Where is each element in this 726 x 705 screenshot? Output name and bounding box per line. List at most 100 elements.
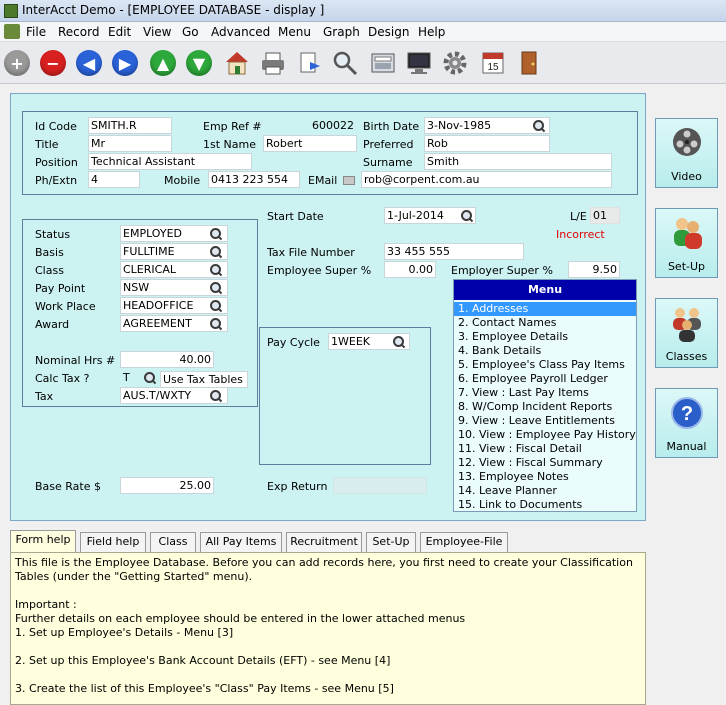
base-rate-field[interactable]: 25.00 (120, 477, 214, 494)
work-place-label: Work Place (35, 300, 96, 313)
menu-design[interactable]: Design (368, 25, 409, 39)
menu-item[interactable]: 7. View : Last Pay Items (454, 386, 636, 400)
menu-item[interactable]: 5. Employee's Class Pay Items (454, 358, 636, 372)
menu-item[interactable]: 6. Employee Payroll Ledger (454, 372, 636, 386)
employer-super-field[interactable]: 9.50 (568, 261, 620, 278)
preferred-label: Preferred (363, 138, 414, 151)
menu-item[interactable]: 3. Employee Details (454, 330, 636, 344)
down-icon[interactable]: ▼ (182, 46, 216, 80)
menu-item[interactable]: 12. View : Fiscal Summary (454, 456, 636, 470)
preferred-field[interactable]: Rob (424, 135, 550, 152)
tax-lookup-icon[interactable] (209, 389, 223, 403)
tab-class[interactable]: Class (150, 532, 196, 552)
basis-label: Basis (35, 246, 64, 259)
exit-door-icon[interactable] (512, 46, 546, 80)
menu-item[interactable]: 4. Bank Details (454, 344, 636, 358)
window-title: InterAcct Demo - [EMPLOYEE DATABASE - di… (22, 3, 325, 17)
position-field[interactable]: Technical Assistant (88, 153, 252, 170)
work-place-lookup-icon[interactable] (209, 299, 223, 313)
pay-point-lookup-icon[interactable] (209, 281, 223, 295)
email-field[interactable]: rob@corpent.com.au (361, 171, 612, 188)
help-line: 2. Set up this Employee's Bank Account D… (15, 654, 391, 667)
employer-super-label: Employer Super % (451, 264, 553, 277)
system-menu-icon[interactable] (4, 24, 20, 39)
menu-item[interactable]: 10. View : Employee Pay History (454, 428, 636, 442)
exp-return-field[interactable] (333, 477, 427, 494)
birth-date-lookup-icon[interactable] (532, 119, 546, 133)
menu-item[interactable]: 8. W/Comp Incident Reports (454, 400, 636, 414)
email-envelope-icon[interactable] (343, 176, 355, 185)
mobile-field[interactable]: 0413 223 554 (208, 171, 300, 188)
home-icon[interactable] (220, 46, 254, 80)
employee-super-field[interactable]: 0.00 (384, 261, 436, 278)
menu-advanced[interactable]: Advanced (211, 25, 270, 39)
id-code-field[interactable]: SMITH.R (88, 117, 172, 134)
menu-item[interactable]: 9. View : Leave Entitlements (454, 414, 636, 428)
next-icon[interactable]: ▶ (108, 46, 142, 80)
calendar-day: 15 (487, 62, 499, 73)
search-icon[interactable] (328, 46, 362, 80)
previous-icon[interactable]: ◀ (72, 46, 106, 80)
le-field[interactable]: 01 (590, 207, 620, 224)
first-name-field[interactable]: Robert (263, 135, 357, 152)
menu-menu[interactable]: Menu (278, 25, 311, 39)
menu-record[interactable]: Record (58, 25, 99, 39)
surname-label: Surname (363, 156, 413, 169)
class-lookup-icon[interactable] (209, 263, 223, 277)
menu-item[interactable]: 11. View : Fiscal Detail (454, 442, 636, 456)
menu-item[interactable]: 13. Employee Notes (454, 470, 636, 484)
manual-button[interactable]: ? Manual (655, 388, 718, 458)
setup-button[interactable]: Set-Up (655, 208, 718, 278)
menu-go[interactable]: Go (182, 25, 199, 39)
base-rate-label: Base Rate $ (35, 480, 101, 493)
delete-icon[interactable]: − (36, 46, 70, 80)
video-label: Video (671, 170, 702, 183)
classes-button[interactable]: Classes (655, 298, 718, 368)
document-icon[interactable] (292, 46, 326, 80)
settings-icon[interactable] (438, 46, 472, 80)
up-icon[interactable]: ▲ (146, 46, 180, 80)
tab-form-help[interactable]: Form help (10, 530, 76, 552)
start-date-lookup-icon[interactable] (460, 209, 474, 223)
birth-date-label: Birth Date (363, 120, 420, 133)
menu-view[interactable]: View (143, 25, 171, 39)
pay-cycle-lookup-icon[interactable] (392, 335, 406, 349)
menu-title: Menu (454, 280, 636, 300)
menu-item[interactable]: 2. Contact Names (454, 316, 636, 330)
status-lookup-icon[interactable] (209, 227, 223, 241)
tab-all-pay-items[interactable]: All Pay Items (200, 532, 282, 552)
help-line: Further details on each employee should … (15, 612, 466, 625)
emp-ref-value: 600022 (312, 119, 354, 132)
ph-extn-field[interactable]: 4 (88, 171, 140, 188)
menu-help[interactable]: Help (418, 25, 445, 39)
title-field[interactable]: Mr (88, 135, 172, 152)
menu-item[interactable]: 14. Leave Planner (454, 484, 636, 498)
menu-file[interactable]: File (26, 25, 46, 39)
tab-setup[interactable]: Set-Up (366, 532, 416, 552)
attached-menu: Menu 1. Addresses 2. Contact Names 3. Empl… (453, 279, 637, 512)
calendar-icon[interactable]: 15 (476, 46, 510, 80)
tab-recruitment[interactable]: Recruitment (286, 532, 362, 552)
video-button[interactable]: Video (655, 118, 718, 188)
tab-field-help[interactable]: Field help (80, 532, 146, 552)
nominal-hrs-field[interactable]: 40.00 (120, 351, 214, 368)
surname-field[interactable]: Smith (424, 153, 612, 170)
print-icon[interactable] (256, 46, 290, 80)
monitor-icon[interactable] (402, 46, 436, 80)
group-classes-icon (673, 308, 701, 342)
award-lookup-icon[interactable] (209, 317, 223, 331)
add-icon[interactable]: + (0, 46, 34, 80)
exp-return-label: Exp Return (267, 480, 328, 493)
calc-tax-lookup-icon[interactable] (143, 371, 157, 385)
svg-text:?: ? (681, 403, 693, 425)
calculator-icon[interactable] (366, 46, 400, 80)
nominal-hrs-label: Nominal Hrs # (35, 354, 116, 367)
tax-file-field[interactable]: 33 455 555 (384, 243, 524, 260)
menu-item[interactable]: 15. Link to Documents (454, 498, 636, 512)
menu-graph[interactable]: Graph (323, 25, 360, 39)
emp-ref-label: Emp Ref # (203, 120, 262, 133)
basis-lookup-icon[interactable] (209, 245, 223, 259)
menu-edit[interactable]: Edit (108, 25, 131, 39)
tab-employee-file[interactable]: Employee-File (420, 532, 508, 552)
menu-item[interactable]: 1. Addresses (454, 302, 636, 316)
